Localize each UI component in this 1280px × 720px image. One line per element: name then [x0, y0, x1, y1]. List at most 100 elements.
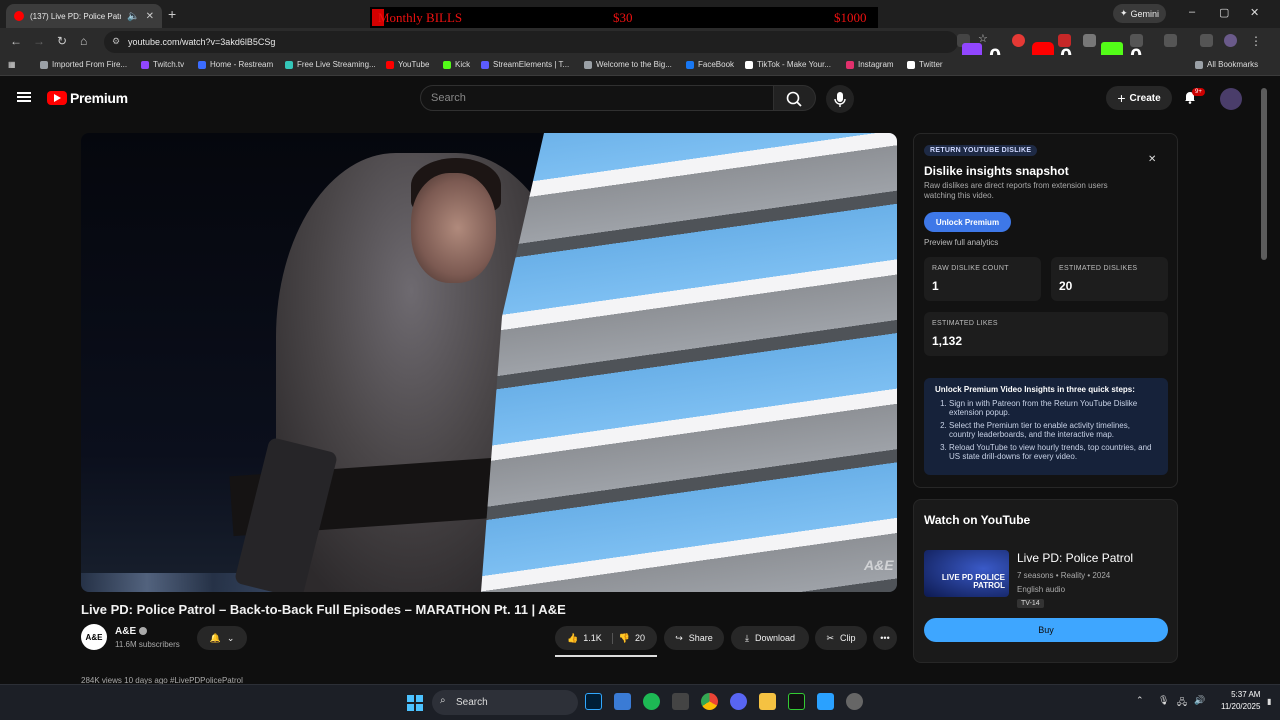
taskbar-clock[interactable]: 5:37 AM 11/20/2025	[1221, 689, 1260, 713]
panel-title: Dislike insights snapshot	[924, 164, 1069, 178]
chrome-icon[interactable]	[701, 693, 718, 710]
bell-icon: 🔔	[209, 632, 221, 643]
mute-tab-icon[interactable]: 🔈	[127, 11, 139, 22]
network-icon[interactable]: 🖧	[1177, 695, 1187, 711]
gemini-button[interactable]: ✦ Gemini	[1113, 4, 1166, 23]
share-button[interactable]: ↪ Share	[664, 626, 724, 650]
record-extension-icon[interactable]	[1012, 34, 1025, 47]
buy-button[interactable]: Buy	[924, 618, 1168, 642]
stat-value: 1,132	[932, 334, 963, 348]
browser-menu-icon[interactable]: ⋮	[1250, 34, 1262, 48]
bookmark-item[interactable]: Free Live Streaming...	[285, 60, 376, 69]
raw-dislike-stat: RAW DISLIKE COUNT 1	[924, 257, 1041, 301]
app-icon[interactable]	[672, 693, 689, 710]
chevron-up-icon[interactable]: ⌃	[1136, 695, 1144, 706]
close-window-button[interactable]: ✕	[1250, 6, 1259, 19]
x-icon	[907, 60, 915, 69]
create-button[interactable]: + Create	[1106, 86, 1172, 110]
apps-icon[interactable]: ▦	[8, 60, 16, 69]
stat-label: RAW DISLIKE COUNT	[932, 265, 1009, 272]
profile-avatar-icon[interactable]	[1224, 34, 1237, 47]
like-count: 1.1K	[583, 633, 602, 643]
search-button[interactable]	[774, 85, 816, 111]
notepad-icon[interactable]	[817, 693, 834, 710]
back-icon[interactable]: ←	[10, 34, 22, 48]
file-explorer-icon[interactable]	[759, 693, 776, 710]
bookmark-item[interactable]: Twitch.tv	[141, 60, 184, 69]
more-actions-button[interactable]: •••	[873, 626, 897, 650]
download-button[interactable]: ⤓ Download	[731, 626, 809, 650]
like-dislike-group: 👍 1.1K 👎 20	[555, 626, 657, 650]
extension-gray-icon[interactable]	[1083, 34, 1096, 47]
tab-title: (137) Live PD: Police Patrol	[30, 11, 122, 21]
panel-description: Raw dislikes are direct reports from ext…	[924, 181, 1108, 200]
app-badge-icon[interactable]	[846, 693, 863, 710]
downloads-icon[interactable]	[1200, 34, 1213, 47]
show-thumbnail[interactable]: LIVE PD POLICE PATROL	[924, 550, 1009, 597]
bookmark-item[interactable]: Home - Restream	[198, 60, 273, 69]
taskbar-search[interactable]: ⌕ Search	[432, 690, 578, 715]
forward-icon[interactable]: →	[33, 34, 45, 48]
gemini-label: Gemini	[1130, 8, 1160, 19]
video-player[interactable]: A&E	[81, 133, 897, 592]
bookmark-item[interactable]: FaceBook	[686, 60, 734, 69]
browser-tab[interactable]: (137) Live PD: Police Patrol 🔈 ✕	[6, 4, 162, 28]
windows-start-icon[interactable]	[407, 695, 423, 711]
reload-icon[interactable]: ↻	[57, 34, 67, 48]
spotify-icon[interactable]	[643, 693, 660, 710]
clip-button[interactable]: ✂ Clip	[815, 626, 867, 650]
instagram-icon	[846, 60, 854, 69]
terminal-icon[interactable]	[788, 693, 805, 710]
brand-premium[interactable]: Premium	[70, 90, 128, 106]
search-input[interactable]: Search	[420, 85, 774, 111]
thumbs-up-icon: 👍	[567, 632, 579, 643]
stat-value: 1	[932, 279, 939, 293]
bookmark-item[interactable]: Instagram	[846, 60, 894, 69]
bookmark-item[interactable]: Imported From Fire...	[40, 60, 127, 69]
url-text: youtube.com/watch?v=3akd6lB5CSg	[128, 37, 276, 47]
site-info-icon[interactable]: ⚙	[112, 36, 120, 47]
address-bar[interactable]: ⚙ youtube.com/watch?v=3akd6lB5CSg	[104, 31, 958, 53]
photoshop-icon[interactable]	[585, 693, 602, 710]
volume-icon[interactable]: 🔊	[1194, 695, 1205, 706]
extensions-menu-icon[interactable]	[1164, 34, 1177, 47]
bills-label: Monthly BILLS	[378, 10, 463, 25]
unlock-premium-button[interactable]: Unlock Premium	[924, 212, 1011, 232]
microphone-tray-icon[interactable]: 🎙	[1158, 695, 1169, 706]
video-striped-shirt	[481, 133, 897, 592]
dislike-button[interactable]: 👎 20	[619, 633, 645, 644]
all-bookmarks[interactable]: All Bookmarks	[1195, 60, 1258, 69]
download-icon: ⤓	[744, 632, 749, 643]
clip-label: Clip	[840, 633, 856, 643]
account-avatar[interactable]	[1220, 88, 1242, 110]
youtube-logo-icon[interactable]	[47, 91, 67, 105]
channel-name[interactable]: A&E	[115, 626, 148, 637]
close-icon[interactable]: ✕	[1148, 154, 1156, 165]
channel-avatar[interactable]: A&E	[81, 624, 107, 650]
discord-icon[interactable]	[730, 693, 747, 710]
page-scrollbar[interactable]	[1261, 88, 1267, 260]
bookmark-item[interactable]: Twitter	[907, 60, 943, 69]
like-button[interactable]: 👍 1.1K	[567, 632, 613, 644]
show-name[interactable]: Live PD: Police Patrol	[1017, 551, 1133, 565]
notification-center-icon[interactable]: ▮	[1267, 697, 1271, 706]
bookmark-item[interactable]: Kick	[443, 60, 470, 69]
maximize-button[interactable]: ▢	[1219, 6, 1229, 19]
bookmark-item[interactable]: YouTube	[386, 60, 429, 69]
subscription-bell-button[interactable]: 🔔 ⌄	[197, 626, 247, 650]
voice-search-button[interactable]	[826, 85, 854, 113]
bookmark-item[interactable]: StreamElements | T...	[481, 60, 569, 69]
new-tab-button[interactable]: +	[168, 6, 176, 22]
bills-goal: $1000	[834, 10, 867, 25]
minimize-button[interactable]: –	[1189, 6, 1195, 18]
menu-icon[interactable]	[17, 92, 31, 102]
home-icon[interactable]: ⌂	[80, 34, 87, 48]
verified-icon	[139, 627, 148, 636]
photos-icon[interactable]	[614, 693, 631, 710]
notifications-badge: 9+	[1192, 88, 1205, 96]
close-tab-icon[interactable]: ✕	[146, 11, 154, 22]
windows-taskbar: ⌕ Search ⌃ 🎙 🖧 🔊 5:37 AM 11/20/2025 ▮	[0, 684, 1280, 720]
steps-heading: Unlock Premium Video Insights in three q…	[935, 385, 1135, 394]
bookmark-item[interactable]: Welcome to the Big...	[584, 60, 672, 69]
bookmark-item[interactable]: TikTok - Make Your...	[745, 60, 831, 69]
